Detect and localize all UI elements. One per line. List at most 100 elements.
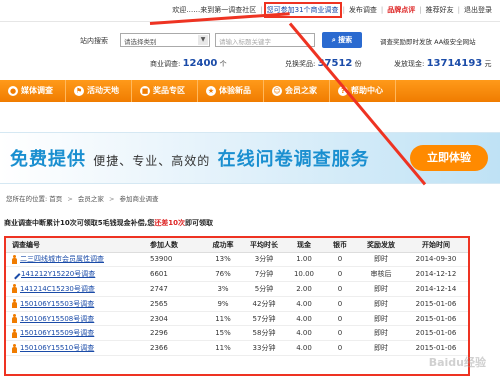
top-bar: 欢迎……来到第一调查社区 | 您可参加31个商业调查 | 发布调查 | 品牌点评… (0, 0, 500, 22)
cell-coin: 0 (322, 296, 358, 312)
cell-survey-id: 150106Y15510号调查 (6, 340, 144, 357)
cell-participants: 2296 (144, 325, 204, 342)
star-icon: ★ (206, 86, 216, 96)
col-success-rate: 成功率 (204, 238, 242, 253)
banner-text-mid: 便捷、专业、高效的 (93, 154, 211, 168)
cell-success-rate: 76% (204, 266, 242, 283)
logout-link[interactable]: 退出登录 (464, 5, 492, 15)
notice-text: 商业调查中断累计10次可领取5毛钱现金补偿,您 (4, 219, 155, 227)
nav-item-new-products[interactable]: ★ 体验新品 (198, 80, 264, 102)
search-icon: ⌕ (331, 36, 336, 44)
person-icon (12, 328, 17, 338)
nav-item-activities[interactable]: ⚑ 活动天地 (66, 80, 132, 102)
cell-success-rate: 9% (204, 296, 242, 312)
search-extra-text: 调查奖励即时发放 AA级安全网站 (380, 38, 476, 46)
survey-link[interactable]: 二三四线城市会员属性调查 (20, 255, 104, 263)
survey-table: 调查编号 参加人数 成功率 平均时长 现金 银币 奖励发放 开始时间 二三四线城… (6, 238, 468, 357)
nav-label: 体验新品 (219, 86, 251, 95)
divider: | (260, 6, 263, 14)
col-coin: 银币 (322, 238, 358, 253)
flag-icon: ⚑ (74, 86, 84, 96)
main-nav: ● 媒体调查 ⚑ 活动天地 ■ 奖品专区 ★ 体验新品 ☺ 会员之家 ? 帮助中心 (0, 80, 500, 102)
cell-start-date: 2015-01-06 (404, 325, 468, 342)
cell-avg-time: 58分钟 (242, 325, 286, 342)
search-button-label: 搜索 (338, 36, 353, 44)
table-row: 150106Y15509号调查 2296 15% 58分钟 4.00 0 即时 2015-01… (6, 325, 468, 342)
breadcrumb-separator: > (108, 195, 115, 203)
nav-item-media[interactable]: ● 媒体调查 (0, 80, 66, 102)
cell-cash: 4.00 (286, 311, 322, 327)
cell-participants: 2304 (144, 311, 204, 327)
cell-coin: 0 (322, 281, 358, 297)
table-header-row: 调查编号 参加人数 成功率 平均时长 现金 银币 奖励发放 开始时间 (6, 238, 468, 253)
survey-link[interactable]: 141214C15230号调查 (20, 285, 95, 293)
cell-coin: 0 (322, 340, 358, 357)
breadcrumb-section[interactable]: 会员之家 (78, 195, 104, 203)
col-cash: 现金 (286, 238, 322, 253)
divider: | (457, 6, 460, 14)
cell-start-date: 2015-01-06 (404, 311, 468, 327)
cell-survey-id: 141214C15230号调查 (6, 281, 144, 297)
flame-icon: ● (8, 86, 18, 96)
person-icon (12, 314, 17, 324)
col-avg-time: 平均时长 (242, 238, 286, 253)
cell-coin: 0 (322, 252, 358, 268)
stats-row: 商业调查: 12400 个 兑换奖品: 37512 份 发放现金: 137141… (0, 56, 500, 74)
col-survey-id: 调查编号 (6, 238, 144, 253)
breadcrumb-separator: > (67, 195, 73, 203)
search-row: 站内搜索 请选择类别 ▼ 请输入标题关键字 ⌕ 搜索 调查奖励即时发放 AA级安… (0, 30, 500, 50)
cell-participants: 2565 (144, 296, 204, 312)
cell-start-date: 2014-12-12 (404, 266, 468, 283)
search-button[interactable]: ⌕ 搜索 (322, 32, 362, 48)
table-row: 150106Y15508号调查 2304 11% 57分钟 4.00 0 即时 2015-01… (6, 311, 468, 327)
try-now-button[interactable]: 立即体验 (410, 145, 488, 171)
cell-start-date: 2014-09-30 (404, 252, 468, 268)
cell-success-rate: 11% (204, 311, 242, 327)
breadcrumb-prefix: 您所在的位置: (6, 195, 48, 203)
gift-icon: ■ (140, 86, 150, 96)
cell-avg-time: 7分钟 (242, 266, 286, 283)
divider: | (342, 6, 345, 14)
stat-cash: 发放现金: 13714193 元 (394, 58, 492, 69)
nav-item-prizes[interactable]: ■ 奖品专区 (132, 80, 198, 102)
cell-reward: 即时 (358, 325, 404, 342)
cell-survey-id: 141212Y15220号调查 (6, 266, 144, 283)
category-select[interactable]: 请选择类别 ▼ (120, 33, 210, 47)
cell-start-date: 2014-12-14 (404, 281, 468, 297)
col-start-date: 开始时间 (404, 238, 468, 253)
recommend-friend-link[interactable]: 推荐好友 (426, 5, 454, 15)
cell-reward: 审核后 (358, 266, 404, 283)
cell-success-rate: 11% (204, 340, 242, 357)
publish-survey-link[interactable]: 发布调查 (349, 5, 377, 15)
survey-link[interactable]: 150106Y15508号调查 (20, 315, 94, 323)
banner-text-tail: 在线问卷调查服务 (217, 149, 370, 170)
cell-avg-time: 57分钟 (242, 311, 286, 327)
cell-cash: 1.00 (286, 252, 322, 268)
compensation-notice: 商业调查中断累计10次可领取5毛钱现金补偿,您还差10次即可领取 (4, 218, 213, 228)
survey-link[interactable]: 141212Y15220号调查 (21, 270, 95, 278)
cell-success-rate: 15% (204, 325, 242, 342)
promo-banner[interactable]: 免费提供 便捷、专业、高效的 在线问卷调查服务 立即体验 (0, 132, 500, 184)
stat-label: 商业调查: (150, 60, 181, 68)
search-placeholder: 请输入标题关键字 (219, 38, 271, 46)
table-row: 150106Y15510号调查 2366 11% 33分钟 4.00 0 即时 2015-01… (6, 340, 468, 357)
stat-label: 发放现金: (394, 60, 425, 68)
stat-unit: 元 (484, 60, 492, 68)
cell-coin: 0 (322, 311, 358, 327)
cell-cash: 4.00 (286, 296, 322, 312)
survey-link[interactable]: 150106Y15510号调查 (20, 344, 94, 352)
welcome-text: 欢迎……来到第一调查社区 (172, 6, 257, 14)
stat-value: 13714193 (426, 58, 483, 69)
notice-tail: 即可领取 (185, 219, 214, 227)
nav-label: 活动天地 (87, 86, 119, 95)
brand-review-link[interactable]: 品牌点评 (387, 5, 415, 15)
nav-item-members[interactable]: ☺ 会员之家 (264, 80, 330, 102)
survey-link[interactable]: 150106Y15503号调查 (20, 300, 94, 308)
divider: | (419, 6, 422, 14)
cell-success-rate: 3% (204, 281, 242, 297)
breadcrumb-home[interactable]: 首页 (49, 195, 62, 203)
survey-link[interactable]: 150106Y15509号调查 (20, 329, 94, 337)
stat-label: 兑换奖品: (285, 60, 316, 68)
notice-remaining: 还差10次 (154, 219, 186, 227)
person-icon (12, 299, 17, 309)
